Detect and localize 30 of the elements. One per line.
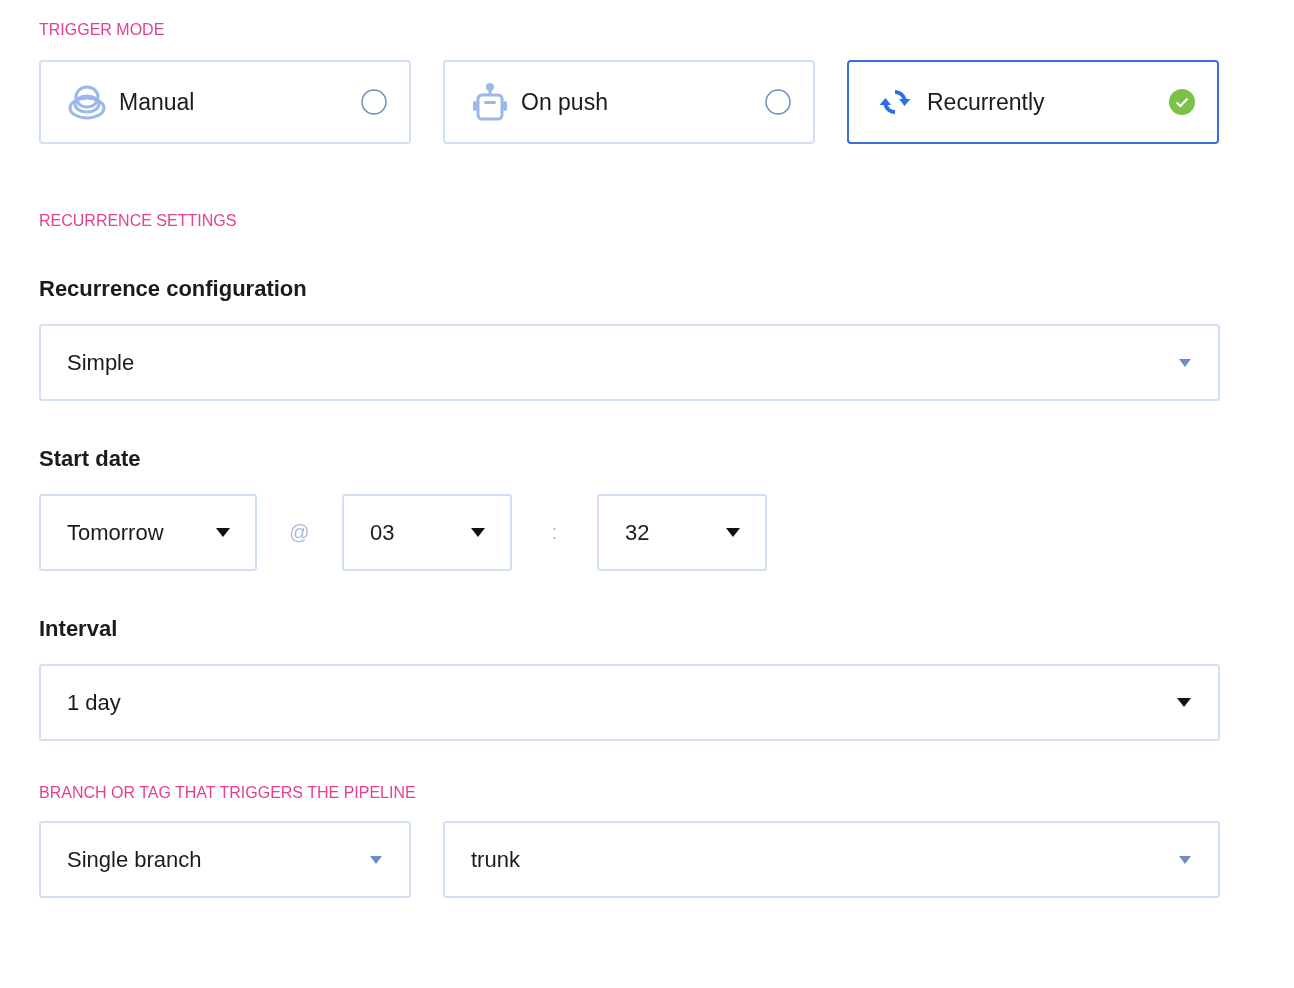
dropdown[interactable]: 32 xyxy=(597,494,767,571)
colon-separator: : xyxy=(550,521,559,544)
radio-icon xyxy=(765,89,791,115)
caret-icon xyxy=(369,854,383,865)
at-separator: @ xyxy=(288,521,311,544)
robot-icon xyxy=(471,82,509,122)
caret-icon xyxy=(725,527,741,538)
button-icon xyxy=(67,83,107,121)
dropdown[interactable]: 1 day xyxy=(39,664,1220,741)
dropdown[interactable]: 03 xyxy=(342,494,512,571)
check-icon xyxy=(1169,89,1195,115)
dropdown[interactable]: Single branch xyxy=(39,821,411,898)
field-label: Interval xyxy=(39,615,119,643)
trigger-option-card[interactable]: On push xyxy=(443,60,815,144)
dropdown[interactable]: Tomorrow xyxy=(39,494,257,571)
caret-icon xyxy=(1176,697,1192,708)
section-heading: TRIGGER MODE xyxy=(39,20,166,40)
dropdown[interactable]: Simple xyxy=(39,324,1220,401)
field-label: Recurrence configuration xyxy=(39,275,308,303)
caret-icon xyxy=(470,527,486,538)
section-heading: BRANCH OR TAG THAT TRIGGERS THE PIPELINE xyxy=(39,783,417,803)
caret-icon xyxy=(215,527,231,538)
dropdown[interactable]: trunk xyxy=(443,821,1220,898)
caret-icon xyxy=(1178,854,1192,865)
field-label: Start date xyxy=(39,445,142,473)
trigger-option-card[interactable]: Manual xyxy=(39,60,411,144)
trigger-option-card[interactable]: Recurrently xyxy=(847,60,1219,144)
radio-icon xyxy=(361,89,387,115)
section-heading: RECURRENCE SETTINGS xyxy=(39,211,238,231)
caret-icon xyxy=(1178,357,1192,368)
